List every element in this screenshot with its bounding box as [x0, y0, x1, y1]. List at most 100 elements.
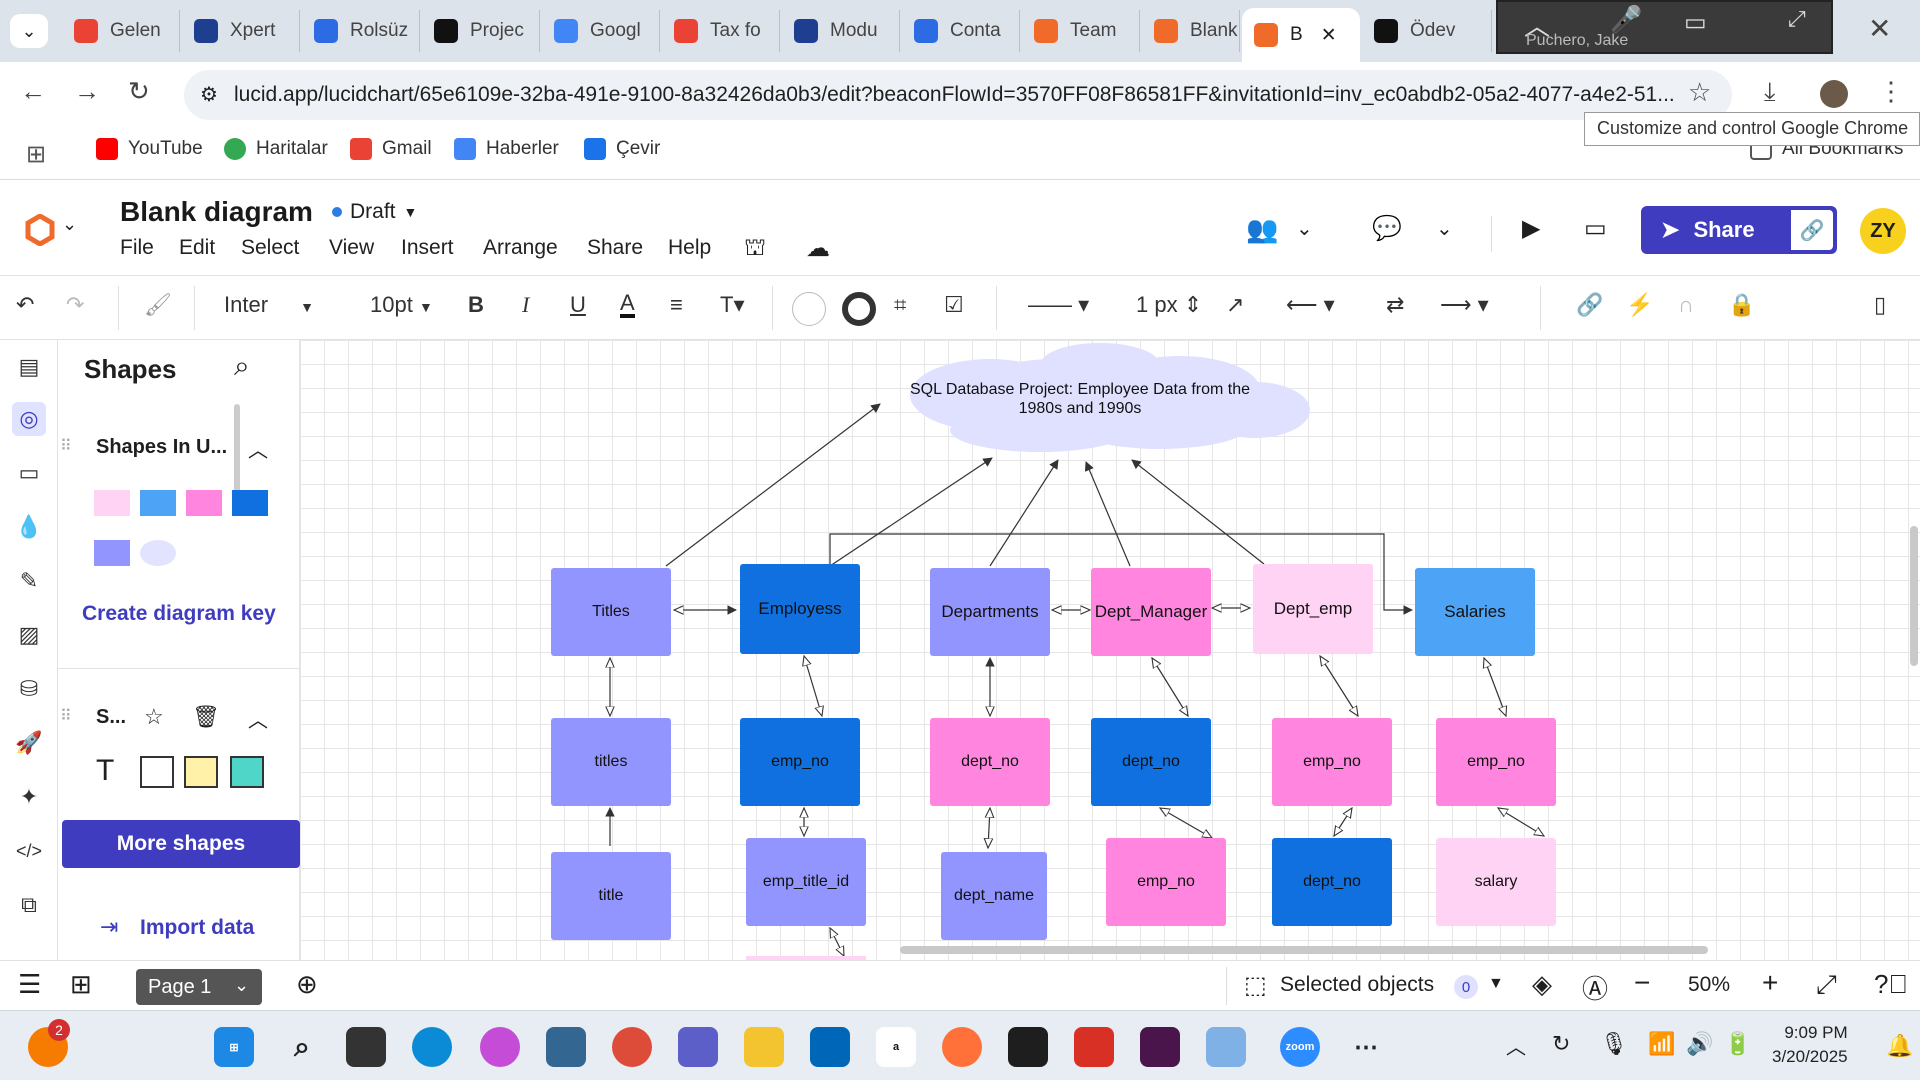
- action-shape-icon[interactable]: [230, 756, 264, 788]
- share-button[interactable]: ➤ Share 🔗: [1641, 206, 1837, 254]
- create-diagram-key-link[interactable]: Create diagram key: [82, 602, 276, 626]
- browser-tab[interactable]: Rolsüz: [302, 10, 420, 52]
- ai-sparkle-icon[interactable]: ✦: [12, 780, 46, 814]
- copilot-icon[interactable]: [480, 1027, 520, 1067]
- italic-icon[interactable]: I: [522, 292, 529, 318]
- line-color-button[interactable]: [842, 292, 876, 326]
- sync-icon[interactable]: ↻: [1552, 1031, 1570, 1057]
- drag-handle-icon[interactable]: ⠿: [60, 436, 72, 456]
- conditional-format-icon[interactable]: ☑: [944, 292, 964, 318]
- tab-search-button[interactable]: ⌄: [10, 14, 48, 48]
- download-icon[interactable]: ⤓: [1764, 76, 1776, 108]
- connector[interactable]: [1484, 658, 1506, 716]
- employees-table-node[interactable]: Employess: [740, 564, 860, 654]
- close-tab-icon[interactable]: ✕: [1321, 24, 1337, 47]
- frame-icon[interactable]: ▭: [12, 456, 46, 490]
- chevron-down-icon[interactable]: ⌄: [1436, 216, 1453, 241]
- app-icon[interactable]: [1074, 1027, 1114, 1067]
- shape-options-icon[interactable]: ⌗: [894, 292, 906, 318]
- chevron-up-icon[interactable]: ︿: [1506, 1031, 1526, 1060]
- dept-emp-table-node[interactable]: Dept_emp: [1253, 564, 1373, 654]
- zoom-app-icon[interactable]: zoom: [1280, 1027, 1320, 1067]
- browser-tab[interactable]: Projec: [422, 10, 540, 52]
- browser-tab[interactable]: Tax fo: [662, 10, 780, 52]
- emp-no-column-node[interactable]: emp_no: [1272, 718, 1392, 806]
- selected-objects-label[interactable]: Selected objects: [1280, 973, 1434, 997]
- list-view-icon[interactable]: ☰: [18, 969, 41, 1000]
- salaries-table-node[interactable]: Salaries: [1415, 568, 1535, 656]
- menu-file[interactable]: File: [120, 236, 154, 260]
- profile-avatar[interactable]: [1820, 80, 1848, 108]
- font-size-select[interactable]: 10pt ▼: [370, 292, 433, 318]
- browser-tab[interactable]: Googl: [542, 10, 660, 52]
- file-explorer-icon[interactable]: [744, 1027, 784, 1067]
- connector[interactable]: [665, 403, 881, 567]
- drag-handle-icon[interactable]: ⠿: [60, 706, 72, 726]
- bookmark-news[interactable]: Haberler: [454, 138, 559, 160]
- dept-name-column-node[interactable]: dept_name: [941, 852, 1047, 940]
- sticky-note-shape-icon[interactable]: [184, 756, 218, 788]
- more-apps-icon[interactable]: ⋯: [1346, 1027, 1386, 1067]
- shape-swatch[interactable]: [140, 490, 176, 516]
- trash-icon[interactable]: 🗑: [192, 704, 220, 730]
- dept-manager-table-node[interactable]: Dept_Manager: [1091, 568, 1211, 656]
- zoom-out-icon[interactable]: −: [1634, 967, 1650, 999]
- zoom-in-icon[interactable]: +: [1762, 967, 1778, 999]
- store-icon[interactable]: [810, 1027, 850, 1067]
- rectangle-shape-icon[interactable]: [140, 756, 174, 788]
- connector[interactable]: [989, 459, 1059, 567]
- magic-icon[interactable]: ✎: [12, 564, 46, 598]
- cloud-sync-icon[interactable]: ☁: [806, 234, 830, 263]
- shape-swatch[interactable]: [232, 490, 268, 516]
- arrow-start-icon[interactable]: ⟵ ▾: [1286, 292, 1335, 318]
- cloud-swatch[interactable]: [140, 540, 176, 566]
- lucid-logo[interactable]: [24, 213, 56, 247]
- menu-help[interactable]: Help: [668, 236, 711, 260]
- line-type-icon[interactable]: ↗: [1226, 292, 1244, 318]
- bookmark-gmail[interactable]: Gmail: [350, 138, 432, 160]
- apps-grid-icon[interactable]: ⊞: [26, 140, 46, 169]
- salary-column-node[interactable]: salary: [1436, 838, 1556, 926]
- fill-icon[interactable]: 💧: [12, 510, 46, 544]
- task-view-icon[interactable]: [346, 1027, 386, 1067]
- collaborators-icon[interactable]: 👥: [1246, 214, 1278, 245]
- chevron-up-icon[interactable]: ︿: [248, 704, 268, 733]
- pages-icon[interactable]: ▤: [12, 350, 46, 384]
- windows-start-icon[interactable]: ⊞: [214, 1027, 254, 1067]
- shape-swatch[interactable]: [186, 490, 222, 516]
- firefox-icon[interactable]: [942, 1027, 982, 1067]
- line-width-select[interactable]: 1 px ⇕: [1136, 292, 1202, 318]
- video-call-overlay[interactable]: ︿ 🎤 ▭ ⤢ Puchero, Jake: [1496, 0, 1833, 54]
- shapes-icon[interactable]: ◎: [12, 402, 46, 436]
- caret-down-icon[interactable]: ▼: [1488, 975, 1504, 993]
- font-family-select[interactable]: Inter ▼: [224, 292, 314, 318]
- bookmark-youtube[interactable]: YouTube: [96, 138, 203, 160]
- horizontal-scrollbar[interactable]: [900, 946, 1708, 954]
- connector[interactable]: [830, 928, 844, 956]
- browser-tab[interactable]: Gelen: [62, 10, 180, 52]
- more-shapes-button[interactable]: More shapes: [62, 820, 300, 868]
- text-options-icon[interactable]: T▾: [720, 292, 744, 318]
- format-painter-icon[interactable]: 🖌: [144, 292, 172, 318]
- line-style-select[interactable]: —— ▾: [1028, 292, 1089, 318]
- emp-no-column-node[interactable]: emp_no: [1436, 718, 1556, 806]
- fullscreen-icon[interactable]: ⤢: [1816, 969, 1837, 1001]
- zoom-level[interactable]: 50%: [1688, 973, 1730, 997]
- link-icon[interactable]: 🔗: [1789, 208, 1835, 252]
- slack-icon[interactable]: [1140, 1027, 1180, 1067]
- titles-table-node[interactable]: Titles: [551, 568, 671, 656]
- search-icon[interactable]: ⌕: [282, 1027, 322, 1067]
- connector[interactable]: [1084, 461, 1131, 567]
- title-column-node[interactable]: title: [551, 852, 671, 940]
- browser-tab[interactable]: Xpert: [182, 10, 300, 52]
- search-icon[interactable]: ⌕: [234, 350, 250, 383]
- menu-edit[interactable]: Edit: [179, 236, 215, 260]
- expand-icon[interactable]: ⤢: [1788, 6, 1806, 32]
- layers-icon[interactable]: ◈: [1532, 969, 1552, 1000]
- forward-icon[interactable]: →: [74, 76, 100, 107]
- connector[interactable]: [1160, 808, 1212, 838]
- connector[interactable]: [1152, 658, 1188, 716]
- connector[interactable]: [1498, 808, 1544, 836]
- integrations-icon[interactable]: ⧉: [12, 888, 46, 922]
- features-icon[interactable]: ⛫: [744, 234, 766, 264]
